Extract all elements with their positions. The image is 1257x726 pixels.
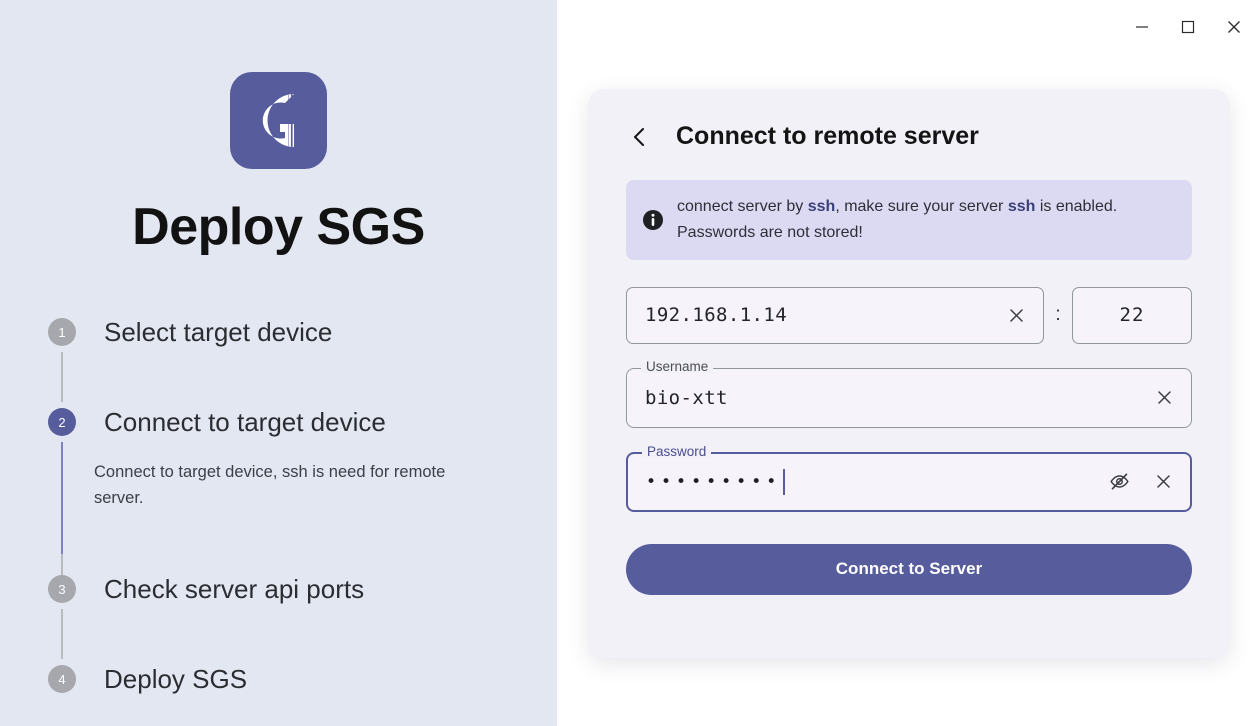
- info-banner: connect server by ssh, make sure your se…: [626, 180, 1192, 260]
- password-input[interactable]: Password •••••••••: [626, 445, 1192, 512]
- banner-text-2: , make sure your server: [835, 198, 1008, 215]
- banner-strong-1: ssh: [807, 198, 836, 215]
- step-bullet-2: 2: [48, 408, 76, 436]
- step-connector-3: [61, 609, 63, 660]
- stepper: 1 Select target device 2 Connect to targ…: [48, 310, 528, 701]
- password-input-value: •••••••••: [646, 471, 782, 492]
- step-label-2: Connect to target device: [104, 406, 386, 437]
- brand-title: Deploy SGS: [132, 198, 425, 256]
- username-label: Username: [641, 360, 714, 374]
- sgs-barcode-g-logo-icon: [230, 72, 327, 169]
- username-input-value: bio-xtt: [645, 386, 728, 409]
- maximize-icon[interactable]: [1165, 7, 1211, 47]
- host-input-value: 192.168.1.14: [645, 304, 788, 327]
- step-label-3: Check server api ports: [104, 573, 365, 604]
- connect-form: 192.168.1.14 : 22 Username bio-xtt Passw…: [588, 286, 1230, 512]
- banner-strong-2: ssh: [1007, 198, 1036, 215]
- step-body-3: [48, 609, 528, 660]
- connect-card: Connect to remote server connect server …: [588, 89, 1230, 658]
- info-banner-text: connect server by ssh, make sure your se…: [677, 194, 1176, 246]
- step-bullet-4: 4: [48, 665, 76, 694]
- host-port-separator: :: [1055, 304, 1061, 326]
- window-controls: [1119, 0, 1257, 54]
- close-icon[interactable]: [1211, 7, 1257, 47]
- host-input[interactable]: 192.168.1.14: [626, 286, 1044, 344]
- eye-off-icon[interactable]: [1106, 469, 1132, 495]
- password-actions: [1106, 469, 1176, 495]
- step-description-2: Connect to target device, ssh is need fo…: [94, 463, 446, 507]
- host-port-row: 192.168.1.14 : 22: [626, 286, 1192, 344]
- step-item-2[interactable]: 2 Connect to target device Connect to ta…: [48, 400, 528, 600]
- step-header-1: 1 Select target device: [48, 310, 528, 354]
- app-window: Deploy SGS 1 Select target device 2 Conn…: [0, 0, 1257, 726]
- username-clear-icon[interactable]: [1151, 385, 1177, 411]
- step-header-3: 3 Check server api ports: [48, 567, 528, 611]
- card-header: Connect to remote server: [588, 89, 1230, 151]
- username-input[interactable]: Username bio-xtt: [626, 360, 1192, 428]
- connect-to-server-button[interactable]: Connect to Server: [626, 543, 1192, 595]
- step-header-2: 2 Connect to target device: [48, 400, 528, 444]
- banner-text-1: connect server by: [677, 198, 808, 215]
- host-clear-icon[interactable]: [1003, 302, 1029, 328]
- sidebar: Deploy SGS 1 Select target device 2 Conn…: [0, 0, 557, 726]
- minimize-icon[interactable]: [1119, 7, 1165, 47]
- step-bullet-3: 3: [48, 575, 76, 604]
- info-icon: [642, 209, 664, 231]
- port-input-value: 22: [1119, 304, 1145, 327]
- card-title: Connect to remote server: [676, 122, 979, 150]
- step-item-1[interactable]: 1 Select target device: [48, 310, 528, 402]
- text-caret: [783, 468, 786, 495]
- step-item-3[interactable]: 3 Check server api ports: [48, 567, 528, 660]
- step-connector-1: [61, 352, 63, 402]
- step-label-4: Deploy SGS: [104, 663, 248, 694]
- logo-container: [0, 72, 557, 169]
- main-content: Connect to remote server connect server …: [557, 0, 1257, 726]
- password-clear-icon[interactable]: [1150, 469, 1176, 495]
- step-connector-2: [61, 442, 63, 554]
- port-input[interactable]: 22: [1072, 286, 1192, 344]
- chevron-left-icon[interactable]: [626, 123, 654, 151]
- step-body-2: Connect to target device, ssh is need fo…: [48, 442, 528, 600]
- step-item-4[interactable]: 4 Deploy SGS: [48, 657, 528, 701]
- step-header-4: 4 Deploy SGS: [48, 657, 528, 701]
- step-bullet-1: 1: [48, 318, 76, 346]
- step-label-1: Select target device: [104, 316, 333, 347]
- step-body-1: [48, 352, 528, 402]
- password-label: Password: [642, 445, 712, 459]
